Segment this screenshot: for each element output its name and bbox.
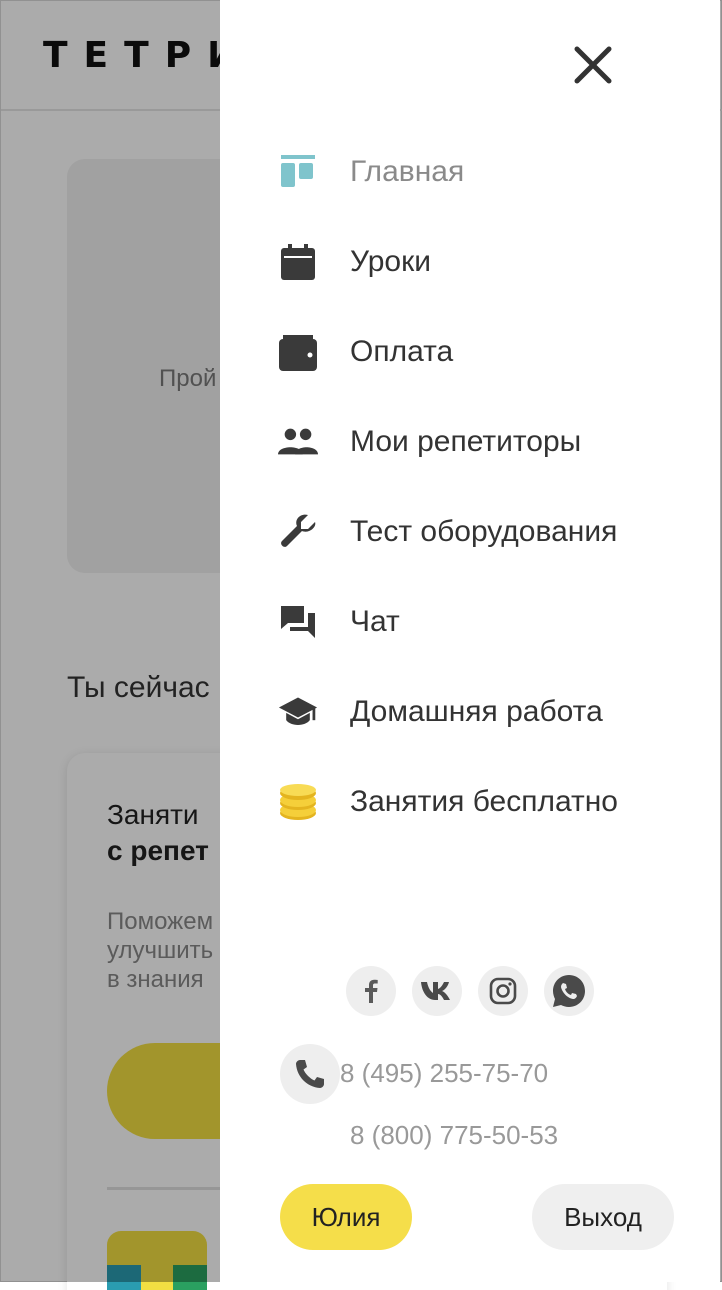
menu-label-homework: Домашняя работа [350, 695, 603, 728]
user-profile-button[interactable]: Юлия [280, 1184, 412, 1250]
menu-item-free-lessons[interactable]: Занятия бесплатно [278, 774, 698, 830]
close-icon [574, 46, 612, 84]
menu-item-homework[interactable]: Домашняя работа [278, 684, 698, 740]
wallet-icon [278, 332, 318, 372]
calendar-icon [278, 242, 318, 282]
menu-label-home: Главная [350, 155, 465, 188]
home-dashboard-icon [278, 152, 318, 192]
menu-item-lessons[interactable]: Уроки [278, 234, 698, 290]
menu-label-chat: Чат [350, 605, 400, 638]
menu-item-chat[interactable]: Чат [278, 594, 698, 650]
menu-item-tutors[interactable]: Мои репетиторы [278, 414, 698, 470]
logout-button[interactable]: Выход [532, 1184, 674, 1250]
chat-icon [278, 602, 318, 642]
instagram-button[interactable] [478, 966, 528, 1016]
graduation-cap-icon [278, 692, 318, 732]
app-screen: ТЕТРИ Прой Ты сейчас Заняти с репет Помо… [0, 0, 722, 1290]
phone-number-2[interactable]: 8 (800) 775-50-53 [350, 1120, 558, 1151]
side-drawer: Главная Уроки Оплата Мои репетиторы Тест… [220, 0, 720, 1282]
facebook-icon [365, 979, 378, 1003]
whatsapp-button[interactable] [544, 966, 594, 1016]
phone-circle[interactable] [280, 1044, 340, 1104]
phone-icon [296, 1060, 324, 1088]
menu-label-tutors: Мои репетиторы [350, 425, 582, 458]
phone-number-1[interactable]: 8 (495) 255-75-70 [340, 1058, 548, 1089]
menu-label-lessons: Уроки [350, 245, 431, 278]
menu-item-home[interactable]: Главная [278, 144, 698, 200]
vk-button[interactable] [412, 966, 462, 1016]
whatsapp-icon [553, 975, 585, 1007]
close-button[interactable] [570, 42, 616, 88]
menu-label-payment: Оплата [350, 335, 454, 368]
menu-label-equipment-test: Тест оборудования [350, 515, 618, 548]
people-icon [278, 422, 318, 462]
vk-icon [421, 982, 450, 1000]
menu-item-payment[interactable]: Оплата [278, 324, 698, 380]
facebook-button[interactable] [346, 966, 396, 1016]
menu-label-free-lessons: Занятия бесплатно [350, 785, 618, 818]
instagram-icon [489, 977, 517, 1005]
wrench-icon [278, 512, 318, 552]
menu-item-equipment-test[interactable]: Тест оборудования [278, 504, 698, 560]
coins-icon [278, 782, 318, 822]
